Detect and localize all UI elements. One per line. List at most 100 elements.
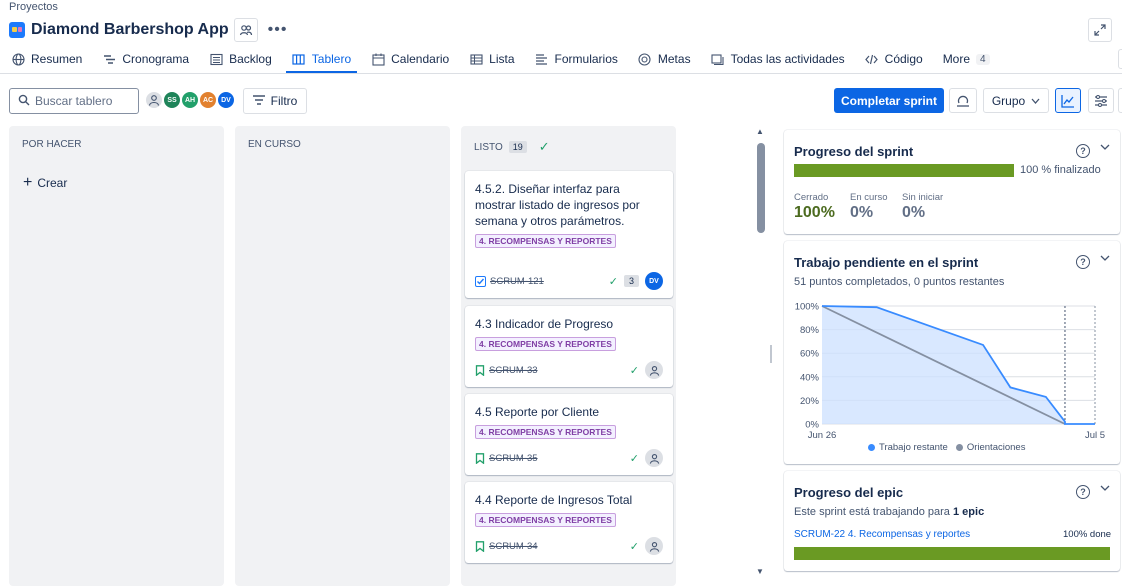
create-issue-button[interactable]: + Crear <box>23 174 67 191</box>
group-label: Grupo <box>991 93 1026 108</box>
avatar-ah[interactable]: AH <box>181 91 199 109</box>
avatar-ss[interactable]: SS <box>163 91 181 109</box>
tab-tablero[interactable]: Tablero <box>282 48 361 73</box>
help-icon[interactable]: ? <box>1076 144 1090 158</box>
filter-button[interactable]: Filtro <box>243 88 307 114</box>
tab-label: Formularios <box>554 52 618 66</box>
done-check-icon: ✓ <box>629 540 639 553</box>
activity-icon <box>711 52 725 66</box>
tab-label: Cronograma <box>122 52 190 66</box>
chart-icon <box>1061 94 1074 108</box>
sprint-progress-fill <box>794 164 1014 177</box>
view-settings-button[interactable] <box>1088 88 1114 113</box>
issue-key[interactable]: SCRUM-121 <box>490 276 544 287</box>
target-icon <box>638 52 652 66</box>
unassigned-avatar[interactable] <box>645 449 663 467</box>
y-tick-label: 100% <box>795 302 820 313</box>
breadcrumb[interactable]: Proyectos <box>9 1 58 13</box>
assignee-avatar[interactable]: DV <box>645 272 663 290</box>
epic-label[interactable]: 4. RECOMPENSAS Y REPORTES <box>475 337 616 351</box>
sprint-cycle-button[interactable] <box>949 88 977 113</box>
sprint-stat: En curso 0% <box>850 192 888 222</box>
issue-card[interactable]: 4.5 Reporte por Cliente 4. RECOMPENSAS Y … <box>465 394 673 475</box>
tab-resumen[interactable]: Resumen <box>0 48 92 70</box>
burndown-title: Trabajo pendiente en el sprint <box>794 255 979 270</box>
collapse-chevron-icon[interactable] <box>1100 484 1110 495</box>
more-toolbar-button[interactable] <box>1118 88 1122 113</box>
tab-todas-las-actividades[interactable]: Todas las actividades <box>701 48 855 70</box>
card-footer: SCRUM-35 ✓ <box>475 449 663 467</box>
epic-progress-panel: Progreso del epic ? Este sprint está tra… <box>784 471 1120 571</box>
tab-metas[interactable]: Metas <box>628 48 701 70</box>
globe-icon <box>11 52 25 66</box>
scroll-down-icon[interactable]: ▼ <box>756 567 764 576</box>
unassigned-avatar[interactable] <box>645 537 663 555</box>
person-icon <box>649 541 659 552</box>
team-icon <box>239 25 252 36</box>
stat-label: En curso <box>850 192 888 203</box>
epic-label[interactable]: 4. RECOMPENSAS Y REPORTES <box>475 234 616 248</box>
tab-código[interactable]: Código <box>855 48 933 70</box>
issue-card[interactable]: 4.3 Indicador de Progreso 4. RECOMPENSAS … <box>465 306 673 387</box>
chevron-down-icon <box>1031 96 1040 106</box>
tab-formularios[interactable]: Formularios <box>525 48 628 70</box>
avatar-dv[interactable]: DV <box>217 91 235 109</box>
tab-backlog[interactable]: Backlog <box>199 48 282 70</box>
card-footer: SCRUM-121 ✓ 3 DV <box>475 272 663 290</box>
tab-lista[interactable]: Lista <box>459 48 524 70</box>
done-check-icon: ✓ <box>538 139 550 154</box>
more-actions-icon[interactable]: ••• <box>268 21 288 39</box>
filter-label: Filtro <box>270 94 298 108</box>
more-count-badge: 4 <box>976 53 990 65</box>
collapse-chevron-icon[interactable] <box>1100 143 1110 154</box>
scroll-up-icon[interactable]: ▲ <box>756 127 764 136</box>
panel-resize-handle[interactable] <box>770 345 772 363</box>
list-icon <box>469 52 483 66</box>
x-tick-label: Jul 5 <box>1085 430 1105 441</box>
page-title: Diamond Barbershop App <box>31 21 229 38</box>
expand-icon[interactable] <box>1088 18 1112 42</box>
title-row: Diamond Barbershop App ••• <box>9 18 287 42</box>
window-icon[interactable] <box>1118 49 1122 69</box>
scrollbar-thumb[interactable] <box>757 143 765 233</box>
card-title: 4.5.2. Diseñar interfaz para mostrar lis… <box>475 182 640 228</box>
stat-label: Cerrado <box>794 192 829 203</box>
epic-link[interactable]: SCRUM-22 4. Recompensas y reportes <box>794 529 970 540</box>
plus-icon: + <box>23 174 33 191</box>
tab-calendario[interactable]: Calendario <box>361 48 459 70</box>
epic-label[interactable]: 4. RECOMPENSAS Y REPORTES <box>475 425 616 439</box>
avatar-ac[interactable]: AC <box>199 91 217 109</box>
tab-more[interactable]: More 4 <box>933 48 1000 70</box>
tab-label: Todas las actividades <box>730 52 845 66</box>
issue-key[interactable]: SCRUM-35 <box>489 453 538 464</box>
insights-toggle-button[interactable] <box>1055 88 1081 113</box>
epic-label[interactable]: 4. RECOMPENSAS Y REPORTES <box>475 513 616 527</box>
issue-key[interactable]: SCRUM-34 <box>489 541 538 552</box>
group-dropdown[interactable]: Grupo <box>983 88 1049 113</box>
x-tick-label: Jun 26 <box>808 430 837 441</box>
stat-label: Sin iniciar <box>902 192 944 203</box>
avatar-unassigned[interactable] <box>145 91 163 109</box>
sprint-progress-title: Progreso del sprint <box>794 144 914 159</box>
code-icon <box>865 52 879 66</box>
sprint-percent-label: 100 % finalizado <box>1020 164 1101 176</box>
help-icon[interactable]: ? <box>1076 485 1090 499</box>
search-input[interactable]: Buscar tablero <box>9 88 139 114</box>
cycle-icon <box>957 95 969 107</box>
sprint-stat: Sin iniciar 0% <box>902 192 943 222</box>
legend-guideline-dot <box>955 444 963 451</box>
sprint-progress-bar <box>794 164 1014 177</box>
issue-card[interactable]: 4.5.2. Diseñar interfaz para mostrar lis… <box>465 171 673 298</box>
issue-key[interactable]: SCRUM-33 <box>489 365 538 376</box>
issue-card[interactable]: 4.4 Reporte de Ingresos Total 4. RECOMPEN… <box>465 482 673 563</box>
complete-sprint-button[interactable]: Completar sprint <box>834 88 944 113</box>
help-icon[interactable]: ? <box>1076 255 1090 269</box>
team-icon-button[interactable] <box>233 18 258 42</box>
board-scrollbar[interactable]: ▲ ▼ <box>756 127 766 578</box>
collapse-chevron-icon[interactable] <box>1100 254 1110 265</box>
done-check-icon: ✓ <box>629 452 639 465</box>
unassigned-avatar[interactable] <box>645 361 663 379</box>
sprint-stat: Cerrado 100% <box>794 192 835 222</box>
sprint-progress-panel: Progreso del sprint ? 100 % finalizado C… <box>784 130 1120 234</box>
tab-cronograma[interactable]: Cronograma <box>92 48 199 70</box>
